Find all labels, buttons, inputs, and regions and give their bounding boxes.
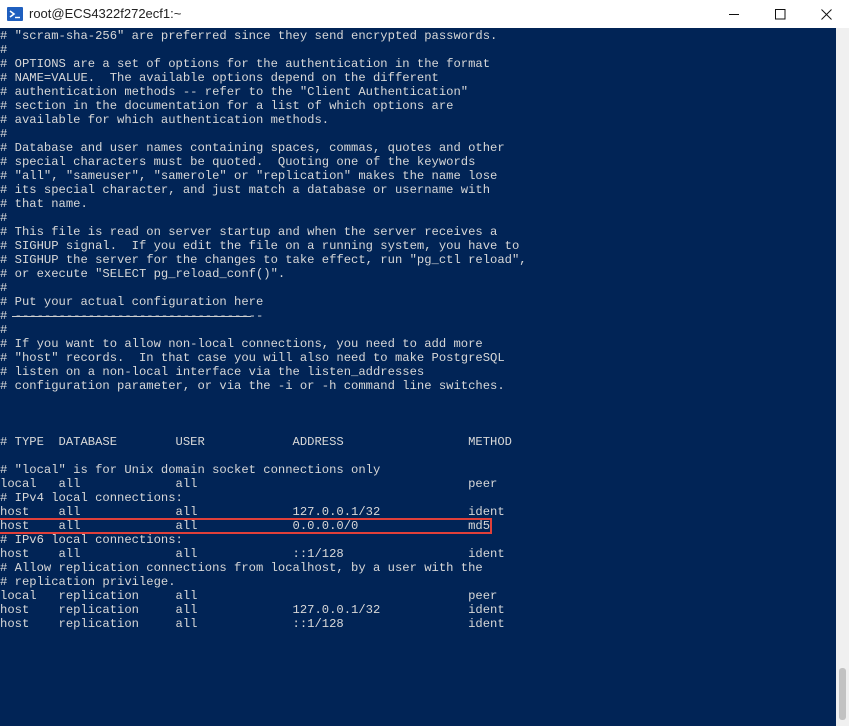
- terminal-line: # Put your actual configuration here: [0, 295, 264, 309]
- terminal-lines: # "scram-sha-256" are preferred since th…: [0, 29, 527, 631]
- terminal-line: local replication all peer: [0, 589, 498, 603]
- close-icon: [820, 8, 832, 20]
- terminal-line: # available for which authentication met…: [0, 113, 330, 127]
- terminal-line: #: [0, 323, 8, 337]
- terminal-line: # Allow replication connections from loc…: [0, 561, 483, 575]
- terminal-line: # that name.: [0, 197, 88, 211]
- terminal-line: # "local" is for Unix domain socket conn…: [0, 463, 381, 477]
- terminal-line: #: [0, 43, 8, 57]
- terminal-line: #: [0, 211, 8, 225]
- terminal-line: # "host" records. In that case you will …: [0, 351, 505, 365]
- terminal-line: # NAME=VALUE. The available options depe…: [0, 71, 439, 85]
- terminal-line: # IPv4 local connections:: [0, 491, 183, 505]
- terminal-output[interactable]: # "scram-sha-256" are preferred since th…: [0, 28, 836, 726]
- window-title: root@ECS4322f272ecf1:~: [29, 6, 182, 21]
- terminal-line: # SIGHUP signal. If you edit the file on…: [0, 239, 520, 253]
- terminal-line: # or execute "SELECT pg_reload_conf()".: [0, 267, 286, 281]
- terminal-line: #: [0, 281, 8, 295]
- maximize-button[interactable]: [757, 0, 803, 28]
- terminal-line: # its special character, and just match …: [0, 183, 491, 197]
- terminal-line: local all all peer: [0, 477, 498, 491]
- terminal-line: # section in the documentation for a lis…: [0, 99, 454, 113]
- terminal-line: # "scram-sha-256" are preferred since th…: [0, 29, 498, 43]
- title-bar[interactable]: root@ECS4322f272ecf1:~: [0, 0, 849, 29]
- terminal-line: # "all", "sameuser", "samerole" or "repl…: [0, 169, 498, 183]
- terminal-line: # listen on a non-local interface via th…: [0, 365, 425, 379]
- terminal-line: #: [0, 127, 8, 141]
- terminal-line: # Database and user names containing spa…: [0, 141, 505, 155]
- terminal-line: # This file is read on server startup an…: [0, 225, 498, 239]
- terminal-line: # If you want to allow non-local connect…: [0, 337, 483, 351]
- maximize-icon: [774, 8, 786, 20]
- terminal-line: # authentication methods -- refer to the…: [0, 85, 469, 99]
- scrollbar-thumb[interactable]: [839, 668, 846, 720]
- terminal-line: # TYPE DATABASE USER ADDRESS METHOD: [0, 435, 512, 449]
- terminal-line: # configuration parameter, or via the -i…: [0, 379, 505, 393]
- terminal-line: # replication privilege.: [0, 575, 176, 589]
- close-button[interactable]: [803, 0, 849, 28]
- terminal-icon: [7, 6, 23, 22]
- terminal-line: # OPTIONS are a set of options for the a…: [0, 57, 491, 71]
- terminal-line: # IPv6 local connections:: [0, 533, 183, 547]
- minimize-icon: [728, 9, 740, 20]
- terminal-line: # SIGHUP the server for the changes to t…: [0, 253, 527, 267]
- terminal-line: host all all 127.0.0.1/32 ident: [0, 505, 505, 519]
- terminal-line: host replication all ::1/128 ident: [0, 617, 505, 631]
- terminal-line: # special characters must be quoted. Quo…: [0, 155, 476, 169]
- terminal-line: host all all ::1/128 ident: [0, 547, 505, 561]
- section-underline: [12, 316, 251, 317]
- highlight-box: [0, 518, 492, 534]
- vertical-scrollbar[interactable]: [836, 28, 849, 726]
- minimize-button[interactable]: [711, 0, 757, 28]
- terminal-window: root@ECS4322f272ecf1:~ # "scram-sha-256"…: [0, 0, 849, 726]
- terminal-line: host replication all 127.0.0.1/32 ident: [0, 603, 505, 617]
